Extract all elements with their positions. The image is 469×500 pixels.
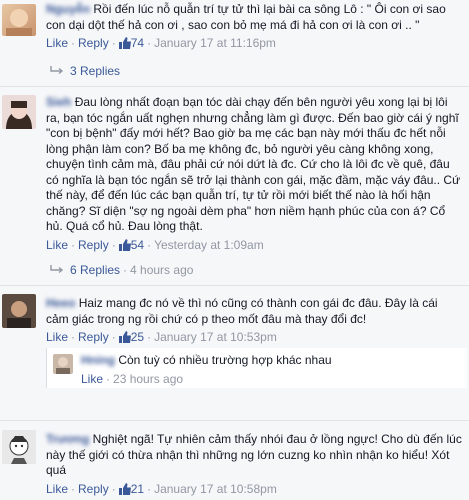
comment-text: Sieh Đau lòng nhất đoạn bạn tóc dài chạy… [46, 95, 462, 235]
commenter-name[interactable]: Trương [46, 432, 89, 446]
avatar[interactable] [2, 95, 36, 129]
comment-timestamp[interactable]: 23 hours ago [113, 372, 183, 386]
view-replies-link[interactable]: 6 Replies · 4 hours ago [50, 263, 193, 277]
reply-button[interactable]: Reply [78, 482, 109, 496]
reply-button[interactable]: Reply [78, 36, 109, 50]
comment-actions: Like · 23 hours ago [81, 371, 184, 386]
replies-count[interactable]: 3 Replies [70, 64, 120, 78]
comment-text: Hning Còn tuỳ có nhiều trường hợp khác n… [81, 353, 461, 369]
comment-timestamp[interactable]: January 17 at 10:58pm [154, 482, 277, 496]
like-button[interactable]: Like [81, 372, 103, 386]
commenter-name[interactable]: Hning [81, 353, 115, 367]
divider [0, 420, 469, 421]
reply-button[interactable]: Reply [78, 238, 109, 252]
divider [0, 86, 469, 87]
avatar[interactable] [53, 354, 73, 374]
reply-arrow-icon [50, 66, 64, 75]
like-button[interactable]: Like [46, 482, 68, 496]
comment-timestamp[interactable]: Yesterday at 1:09am [154, 238, 264, 252]
comment-body: Nghiệt ngã! Tự nhiên cảm thấy nhói đau ở… [46, 432, 462, 477]
thumbs-up-icon [118, 482, 131, 495]
cartoon-avatar-icon [9, 436, 29, 464]
commenter-name[interactable]: Nguyễn [46, 2, 90, 16]
divider [0, 285, 469, 286]
comment-text: Trương Nghiệt ngã! Tự nhiên cảm thấy nhó… [46, 432, 462, 479]
comment-feed: Nguyễn Rồi đến lúc nỗ quẫn trí tự tử thì… [0, 0, 469, 500]
person-avatar-icon [56, 357, 70, 374]
replies-count[interactable]: 6 Replies [70, 263, 120, 277]
view-replies-link[interactable]: 3 Replies [50, 64, 120, 78]
face-avatar-icon [6, 9, 32, 36]
avatar[interactable] [2, 4, 36, 36]
like-button[interactable]: Like [46, 330, 68, 344]
reply-thread: Hning Còn tuỳ có nhiều trường hợp khác n… [46, 348, 467, 388]
avatar[interactable] [2, 430, 36, 464]
comment-actions: Like · Reply · 54 · Yesterday at 1:09am [46, 237, 264, 252]
like-count[interactable]: 21 [131, 482, 144, 496]
comment-actions: Like · Reply · 25 · January 17 at 10:53pm [46, 330, 277, 344]
like-count[interactable]: 74 [131, 36, 144, 50]
comment-body: Haiz mang đc nó về thì nó cũng có thành … [46, 296, 438, 326]
replies-timestamp: 4 hours ago [130, 263, 194, 277]
thumbs-up-icon [118, 238, 131, 251]
comment-text: Nguyễn Rồi đến lúc nỗ quẫn trí tự tử thì… [46, 2, 464, 33]
commenter-name[interactable]: Heeo [46, 296, 75, 310]
comment-body: Đau lòng nhất đoạn bạn tóc dài chạy đến … [46, 95, 461, 233]
reply-arrow-icon [50, 265, 64, 274]
comment-body: Rồi đến lúc nỗ quẫn trí tự tử thì lại bà… [46, 2, 446, 32]
comment-timestamp[interactable]: January 17 at 10:53pm [154, 330, 277, 344]
like-count[interactable]: 25 [131, 330, 144, 344]
comment-actions: Like · Reply · 21 · January 17 at 10:58pm [46, 481, 277, 496]
comment-actions: Like · Reply · 74 · January 17 at 11:16pm [46, 36, 276, 50]
like-count[interactable]: 54 [131, 238, 144, 252]
reply-button[interactable]: Reply [78, 330, 109, 344]
comment-timestamp[interactable]: January 17 at 11:16pm [154, 36, 276, 50]
thumbs-up-icon [118, 331, 131, 343]
avatar[interactable] [2, 294, 36, 328]
like-button[interactable]: Like [46, 238, 68, 252]
commenter-name[interactable]: Sieh [46, 95, 71, 109]
comment-text: Heeo Haiz mang đc nó về thì nó cũng có t… [46, 296, 462, 327]
like-button[interactable]: Like [46, 36, 68, 50]
comment-body: Còn tuỳ có nhiều trường hợp khác nhau [118, 353, 332, 367]
thumbs-up-icon [118, 37, 131, 49]
person-avatar-icon [7, 301, 31, 328]
girl-avatar-icon [6, 101, 32, 129]
